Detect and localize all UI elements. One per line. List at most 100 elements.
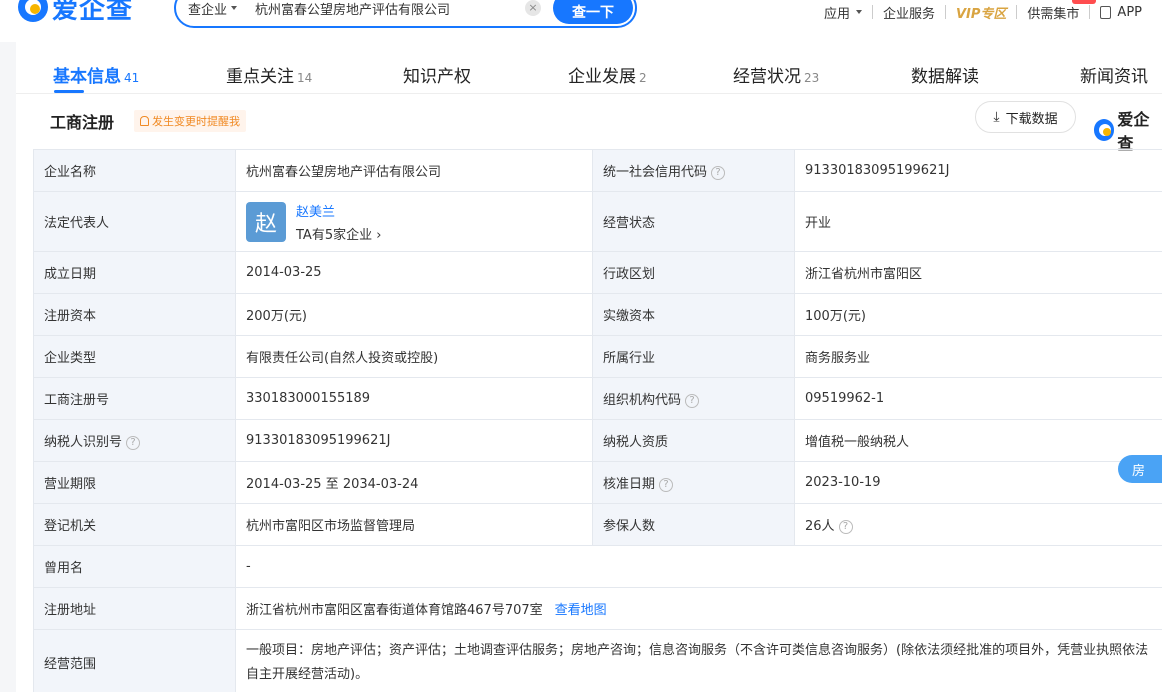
nav-app-download-label: APP [1117,4,1142,20]
tab-bar: 基本信息 41 重点关注 14 知识产权 企业发展 2 经营状况 23 数据解读 新闻资… [16,42,1162,94]
chevron-down-icon [231,6,238,10]
tab-count: 2 [639,71,647,85]
table-row: 企业类型 有限责任公司(自然人投资或控股) 所属行业 商务服务业 [33,335,1162,378]
search-input[interactable] [255,0,516,16]
tab-label: 知识产权 [403,67,471,87]
chevron-down-icon [855,10,862,14]
nav-app-label: 应用 [823,6,850,22]
table-row: 经营范围 一般项目：房地产评估；资产评估；土地调查评估服务；房地产咨询；信息咨询… [33,629,1162,692]
help-icon[interactable]: ? [659,477,674,492]
business-period: 2014-03-25 至 2034-03-24 [235,461,593,504]
cell-label: 成立日期 [33,251,236,294]
business-scope: 一般项目：房地产评估；资产评估；土地调查评估服务；房地产咨询；信息咨询服务（不含… [235,629,1162,692]
nav-enterprise-service[interactable]: 企业服务 [873,3,945,22]
chevron-right-icon: › [376,227,382,243]
table-row: 曾用名 - [33,545,1162,588]
cell-label: 注册地址 [33,587,236,630]
change-reminder-button[interactable]: 发生变更时提醒我 [134,110,246,132]
search-type-select[interactable]: 查企业 [188,0,238,18]
table-row: 注册地址 浙江省杭州市富阳区富春街道体育馆路467号707室 查看地图 [33,587,1162,630]
cell-label: 工商注册号 [33,377,236,420]
help-icon[interactable]: ? [838,519,853,534]
help-icon[interactable]: ? [711,165,726,180]
cell-label: 参保人数 [592,503,795,546]
help-icon[interactable]: ? [685,393,700,408]
brand-logo: 爱企查 [1094,106,1162,154]
cell-label: 核准日期? [592,461,795,504]
tab-count: 14 [297,71,313,85]
cell-label: 注册资本 [33,293,236,336]
nav-vip[interactable]: VIP专区 [946,3,1016,22]
authority: 杭州市富阳区市场监督管理局 [235,503,593,546]
legal-rep-companies-label: TA有5家企业 [296,227,373,243]
table-row: 营业期限 2014-03-25 至 2034-03-24 核准日期? 2023-… [33,461,1162,504]
tab-key-focus[interactable]: 重点关注 14 [226,62,312,87]
download-data-button[interactable]: ⤓ 下载数据 [975,101,1076,133]
logo[interactable]: 爱企查 [18,0,134,25]
cell-label: 纳税人资质 [592,419,795,462]
nav-market[interactable]: 供需集市 [1017,3,1089,22]
clear-icon[interactable]: × [525,0,542,16]
tab-count: 41 [124,71,140,85]
cell-label: 经营状态 [592,191,795,252]
search-type-label: 查企业 [188,2,228,18]
top-nav: 应用 企业服务 VIP专区 供需集市 APP [814,0,1152,24]
table-row: 工商注册号 330183000155189 组织机构代码? 09519962-1 [33,377,1162,420]
tab-development[interactable]: 企业发展 2 [568,62,647,87]
view-map-link[interactable]: 查看地图 [555,603,607,618]
tab-operation[interactable]: 经营状况 23 [733,62,819,87]
cell-label: 企业名称 [33,149,236,192]
status: 开业 [794,191,1162,252]
taxpayer: 增值税一般纳税人 [794,419,1162,462]
tab-news[interactable]: 新闻资讯 [1080,62,1148,87]
table-row: 纳税人识别号? 91330183095199621J 纳税人资质 增值税一般纳税… [33,419,1162,462]
tab-basic-info[interactable]: 基本信息 41 [53,62,139,87]
bell-icon [140,116,149,126]
search-box: 查企业 × 查一下 [174,0,637,28]
table-row: 注册资本 200万(元) 实缴资本 100万(元) [33,293,1162,336]
help-icon[interactable]: ? [126,435,141,450]
legal-rep-name[interactable]: 赵美兰 [296,201,381,220]
cell-label: 经营范围 [33,629,236,692]
tab-ip[interactable]: 知识产权 [403,62,471,87]
nav-app[interactable]: 应用 [814,3,872,22]
logo-icon [18,0,48,22]
cell-label: 行政区划 [592,251,795,294]
reg-capital: 200万(元) [235,293,593,336]
table-row: 成立日期 2014-03-25 行政区划 浙江省杭州市富阳区 [33,251,1162,294]
address: 浙江省杭州市富阳区富春街道体育馆路467号707室 [246,603,543,618]
reg-no: 330183000155189 [235,377,593,420]
floating-side-button[interactable]: 房 [1118,455,1162,483]
insured-value: 26人 [805,519,835,534]
legal-rep-cell: 赵 赵美兰 TA有5家企业 › [235,191,593,252]
former-name: - [235,545,1162,588]
cell-label: 所属行业 [592,335,795,378]
legal-rep-companies-link[interactable]: TA有5家企业 › [296,224,381,243]
avatar: 赵 [246,201,286,242]
active-tab-indicator [54,90,84,93]
section-title: 工商注册 [50,113,115,132]
tax-id-label: 纳税人识别号 [44,435,123,450]
tab-label: 数据解读 [911,67,979,87]
tax-id: 91330183095199621J [235,419,593,462]
tab-label: 经营状况 [733,67,801,87]
download-icon: ⤓ [993,109,1000,125]
found-date: 2014-03-25 [235,251,593,294]
logo-text: 爱企查 [52,0,134,25]
paid-capital: 100万(元) [794,293,1162,336]
info-table: 企业名称 杭州富春公望房地产评估有限公司 统一社会信用代码? 913301830… [33,149,1162,692]
tab-data-insight[interactable]: 数据解读 [911,62,979,87]
top-bar: 爱企查 查企业 × 查一下 应用 企业服务 VIP专区 供需集市 APP [0,0,1162,42]
company-name: 杭州富春公望房地产评估有限公司 [235,149,593,192]
credit-code: 91330183095199621J [794,149,1162,192]
reminder-label: 发生变更时提醒我 [152,115,240,128]
cell-label: 组织机构代码? [592,377,795,420]
cell-label: 登记机关 [33,503,236,546]
nav-app-download[interactable]: APP [1090,5,1152,20]
company-type: 有限责任公司(自然人投资或控股) [235,335,593,378]
org-code-label: 组织机构代码 [603,393,682,408]
industry: 商务服务业 [794,335,1162,378]
search-button[interactable]: 查一下 [553,0,633,24]
tab-count: 23 [804,71,820,85]
cell-label: 实缴资本 [592,293,795,336]
